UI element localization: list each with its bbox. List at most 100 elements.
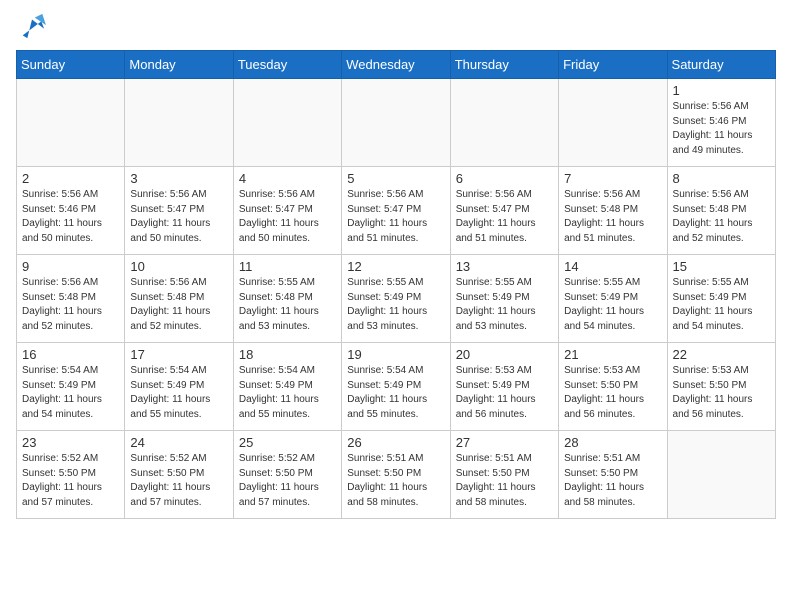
day-number: 26 [347,435,444,450]
column-header-tuesday: Tuesday [233,51,341,79]
calendar-cell [667,431,775,519]
logo [16,16,46,40]
day-number: 5 [347,171,444,186]
calendar-cell [450,79,558,167]
day-info: Sunrise: 5:56 AM Sunset: 5:47 PM Dayligh… [239,188,336,246]
calendar-cell: 18 Sunrise: 5:54 AM Sunset: 5:49 PM Dayli… [233,343,341,431]
day-info: Sunrise: 5:55 AM Sunset: 5:48 PM Dayligh… [239,276,336,334]
calendar-cell: 14 Sunrise: 5:55 AM Sunset: 5:49 PM Dayli… [559,255,667,343]
day-info: Sunrise: 5:51 AM Sunset: 5:50 PM Dayligh… [347,452,444,510]
day-number: 4 [239,171,336,186]
day-number: 3 [130,171,227,186]
calendar-cell [125,79,233,167]
day-info: Sunrise: 5:54 AM Sunset: 5:49 PM Dayligh… [239,364,336,422]
day-info: Sunrise: 5:51 AM Sunset: 5:50 PM Dayligh… [456,452,553,510]
calendar-cell: 19 Sunrise: 5:54 AM Sunset: 5:49 PM Dayli… [342,343,450,431]
day-number: 28 [564,435,661,450]
calendar-cell: 16Sunrise: 5:54 AM Sunset: 5:49 PM Dayli… [17,343,125,431]
calendar-cell: 5 Sunrise: 5:56 AM Sunset: 5:47 PM Daylig… [342,167,450,255]
day-number: 27 [456,435,553,450]
day-info: Sunrise: 5:54 AM Sunset: 5:49 PM Dayligh… [130,364,227,422]
day-number: 22 [673,347,770,362]
day-number: 11 [239,259,336,274]
day-number: 23 [22,435,119,450]
day-number: 13 [456,259,553,274]
calendar-cell: 22 Sunrise: 5:53 AM Sunset: 5:50 PM Dayli… [667,343,775,431]
day-info: Sunrise: 5:56 AM Sunset: 5:48 PM Dayligh… [564,188,661,246]
day-number: 2 [22,171,119,186]
calendar-cell: 13 Sunrise: 5:55 AM Sunset: 5:49 PM Dayli… [450,255,558,343]
day-number: 25 [239,435,336,450]
calendar-cell: 10 Sunrise: 5:56 AM Sunset: 5:48 PM Dayli… [125,255,233,343]
day-number: 20 [456,347,553,362]
calendar-cell: 25 Sunrise: 5:52 AM Sunset: 5:50 PM Dayli… [233,431,341,519]
calendar-week-row: 1 Sunrise: 5:56 AM Sunset: 5:46 PM Daylig… [17,79,776,167]
day-info: Sunrise: 5:55 AM Sunset: 5:49 PM Dayligh… [564,276,661,334]
calendar-cell [342,79,450,167]
calendar-cell: 3 Sunrise: 5:56 AM Sunset: 5:47 PM Daylig… [125,167,233,255]
day-info: Sunrise: 5:56 AM Sunset: 5:48 PM Dayligh… [22,276,119,334]
day-number: 9 [22,259,119,274]
day-number: 17 [130,347,227,362]
day-info: Sunrise: 5:56 AM Sunset: 5:47 PM Dayligh… [130,188,227,246]
day-info: Sunrise: 5:56 AM Sunset: 5:47 PM Dayligh… [456,188,553,246]
day-info: Sunrise: 5:54 AM Sunset: 5:49 PM Dayligh… [347,364,444,422]
calendar-cell: 26 Sunrise: 5:51 AM Sunset: 5:50 PM Dayli… [342,431,450,519]
calendar-table: SundayMondayTuesdayWednesdayThursdayFrid… [16,50,776,519]
column-header-monday: Monday [125,51,233,79]
calendar-cell: 12Sunrise: 5:55 AM Sunset: 5:49 PM Dayli… [342,255,450,343]
day-info: Sunrise: 5:51 AM Sunset: 5:50 PM Dayligh… [564,452,661,510]
day-info: Sunrise: 5:56 AM Sunset: 5:46 PM Dayligh… [22,188,119,246]
day-number: 6 [456,171,553,186]
calendar-week-row: 16Sunrise: 5:54 AM Sunset: 5:49 PM Dayli… [17,343,776,431]
day-number: 21 [564,347,661,362]
calendar-cell: 24 Sunrise: 5:52 AM Sunset: 5:50 PM Dayli… [125,431,233,519]
calendar-week-row: 23 Sunrise: 5:52 AM Sunset: 5:50 PM Dayli… [17,431,776,519]
page-header [16,16,776,40]
column-header-saturday: Saturday [667,51,775,79]
calendar-cell: 11 Sunrise: 5:55 AM Sunset: 5:48 PM Dayli… [233,255,341,343]
calendar-header-row: SundayMondayTuesdayWednesdayThursdayFrid… [17,51,776,79]
column-header-friday: Friday [559,51,667,79]
day-info: Sunrise: 5:56 AM Sunset: 5:46 PM Dayligh… [673,100,770,158]
day-info: Sunrise: 5:56 AM Sunset: 5:47 PM Dayligh… [347,188,444,246]
day-number: 8 [673,171,770,186]
column-header-thursday: Thursday [450,51,558,79]
day-number: 19 [347,347,444,362]
calendar-cell: 27 Sunrise: 5:51 AM Sunset: 5:50 PM Dayli… [450,431,558,519]
calendar-cell [559,79,667,167]
logo-icon [18,12,46,40]
calendar-cell: 2 Sunrise: 5:56 AM Sunset: 5:46 PM Daylig… [17,167,125,255]
calendar-cell [233,79,341,167]
calendar-cell [17,79,125,167]
calendar-week-row: 2 Sunrise: 5:56 AM Sunset: 5:46 PM Daylig… [17,167,776,255]
day-number: 7 [564,171,661,186]
day-number: 1 [673,83,770,98]
calendar-cell: 9 Sunrise: 5:56 AM Sunset: 5:48 PM Daylig… [17,255,125,343]
day-number: 24 [130,435,227,450]
day-info: Sunrise: 5:56 AM Sunset: 5:48 PM Dayligh… [673,188,770,246]
day-info: Sunrise: 5:52 AM Sunset: 5:50 PM Dayligh… [130,452,227,510]
day-info: Sunrise: 5:53 AM Sunset: 5:50 PM Dayligh… [673,364,770,422]
calendar-cell: 15Sunrise: 5:55 AM Sunset: 5:49 PM Dayli… [667,255,775,343]
calendar-cell: 8 Sunrise: 5:56 AM Sunset: 5:48 PM Daylig… [667,167,775,255]
day-info: Sunrise: 5:56 AM Sunset: 5:48 PM Dayligh… [130,276,227,334]
day-info: Sunrise: 5:53 AM Sunset: 5:50 PM Dayligh… [564,364,661,422]
day-info: Sunrise: 5:52 AM Sunset: 5:50 PM Dayligh… [239,452,336,510]
day-number: 14 [564,259,661,274]
calendar-cell: 20 Sunrise: 5:53 AM Sunset: 5:49 PM Dayli… [450,343,558,431]
calendar-cell: 4 Sunrise: 5:56 AM Sunset: 5:47 PM Daylig… [233,167,341,255]
calendar-week-row: 9 Sunrise: 5:56 AM Sunset: 5:48 PM Daylig… [17,255,776,343]
column-header-wednesday: Wednesday [342,51,450,79]
day-info: Sunrise: 5:55 AM Sunset: 5:49 PM Dayligh… [347,276,444,334]
day-info: Sunrise: 5:55 AM Sunset: 5:49 PM Dayligh… [456,276,553,334]
day-info: Sunrise: 5:53 AM Sunset: 5:49 PM Dayligh… [456,364,553,422]
day-info: Sunrise: 5:55 AM Sunset: 5:49 PM Dayligh… [673,276,770,334]
day-number: 18 [239,347,336,362]
day-info: Sunrise: 5:52 AM Sunset: 5:50 PM Dayligh… [22,452,119,510]
calendar-cell: 7 Sunrise: 5:56 AM Sunset: 5:48 PM Daylig… [559,167,667,255]
calendar-cell: 28 Sunrise: 5:51 AM Sunset: 5:50 PM Dayli… [559,431,667,519]
calendar-cell: 6 Sunrise: 5:56 AM Sunset: 5:47 PM Daylig… [450,167,558,255]
calendar-cell: 17 Sunrise: 5:54 AM Sunset: 5:49 PM Dayli… [125,343,233,431]
day-number: 10 [130,259,227,274]
